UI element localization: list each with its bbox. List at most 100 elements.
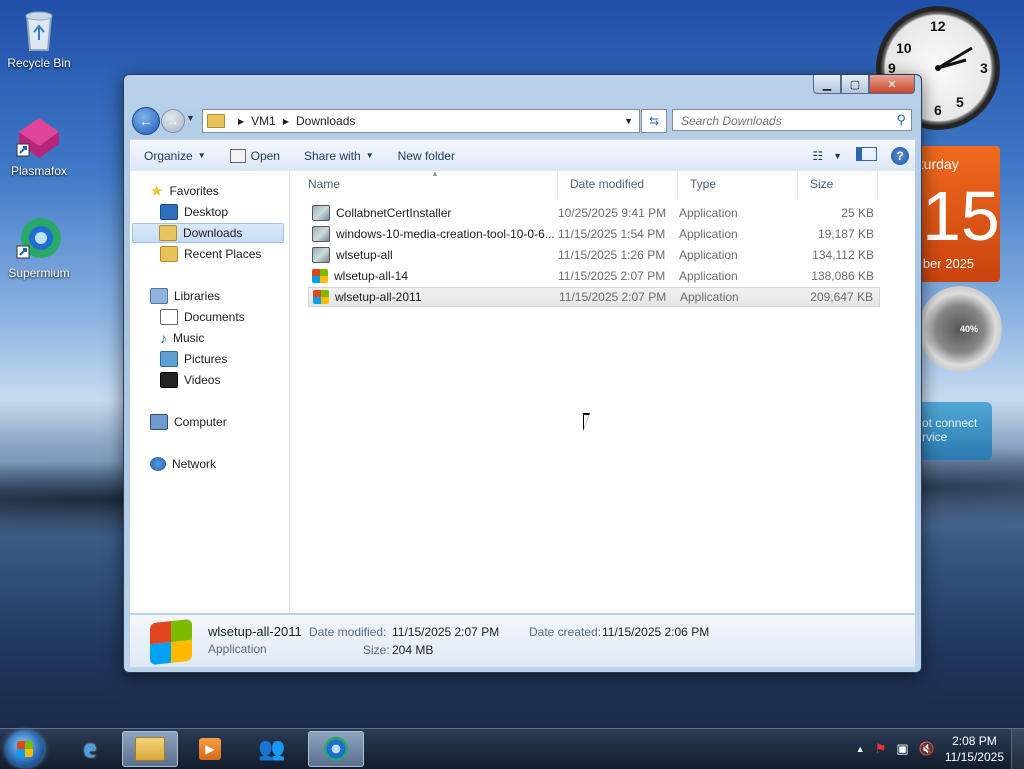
chevron-down-icon: ▼	[833, 150, 842, 161]
nav-recent-places[interactable]: Recent Places	[160, 244, 261, 264]
taskbar-clock[interactable]: 2:08 PM 11/15/2025	[945, 733, 1004, 765]
desktop-icon-recycle-bin[interactable]: Recycle Bin	[1, 6, 77, 70]
libraries-icon	[150, 288, 168, 304]
details-date-modified: 11/15/2025 2:07 PM	[392, 625, 500, 639]
nav-videos[interactable]: Videos	[160, 370, 220, 390]
file-name: wlsetup-all	[336, 248, 393, 262]
nav-label: Documents	[184, 310, 245, 324]
nav-label: Music	[173, 331, 205, 345]
column-header-name[interactable]: Name	[296, 171, 558, 197]
search-icon[interactable]: ⚲	[896, 112, 906, 128]
refresh-button[interactable]: ⇆	[641, 109, 667, 133]
close-button[interactable]: ✕	[869, 75, 915, 94]
breadcrumb-separator-icon[interactable]: ▶	[283, 117, 289, 126]
details-pane: wlsetup-all-2011 Application Date modifi…	[130, 614, 915, 667]
taskbar-supermium[interactable]	[308, 731, 364, 767]
preview-pane-icon	[856, 147, 877, 161]
forward-button[interactable]: →	[161, 109, 185, 133]
taskbar-messenger[interactable]: 👥	[244, 731, 300, 767]
change-view-button[interactable]: ☷ ▼	[812, 149, 842, 163]
start-button[interactable]	[6, 731, 44, 767]
address-bar[interactable]: ▶ VM1 ▶ Downloads ▼	[202, 109, 640, 133]
column-header-label: Size	[810, 177, 834, 191]
nav-computer[interactable]: Computer	[150, 412, 227, 432]
file-name: CollabnetCertInstaller	[336, 206, 452, 220]
share-with-menu-button[interactable]: Share with ▼	[292, 140, 386, 171]
computer-icon	[150, 414, 168, 430]
address-history-dropdown[interactable]: ▼	[624, 116, 633, 126]
nav-downloads[interactable]: Downloads	[132, 223, 284, 243]
network-status-icon[interactable]: ▣	[896, 741, 908, 757]
file-row-selected[interactable]: wlsetup-all-2011 11/15/2025 2:07 PM Appl…	[308, 287, 880, 307]
taskbar-windows-explorer[interactable]	[122, 731, 178, 767]
file-row[interactable]: windows-10-media-creation-tool-10-0-6...…	[308, 224, 880, 244]
organize-menu-button[interactable]: Organize ▼	[130, 140, 218, 171]
maximize-icon: ▢	[849, 78, 861, 91]
command-bar: Organize ▼ Open Share with ▼ New folder …	[130, 139, 915, 172]
nav-libraries[interactable]: Libraries	[150, 286, 220, 306]
nav-pictures[interactable]: Pictures	[160, 349, 227, 369]
new-folder-label: New folder	[397, 148, 455, 163]
explorer-window[interactable]: ▁ ▢ ✕ ← → ▼ ▶ VM1 ▶ Downloads ▼ ⇆ ⚲ Orga…	[123, 74, 922, 673]
show-hidden-icons-button[interactable]: ▲	[856, 744, 865, 754]
details-date-created: 11/15/2025 2:06 PM	[602, 625, 710, 639]
new-folder-button[interactable]: New folder	[386, 140, 467, 171]
file-type: Application	[679, 269, 738, 283]
taskbar-media-player[interactable]: ▶	[182, 731, 238, 767]
nav-network[interactable]: Network	[150, 454, 216, 474]
file-row[interactable]: CollabnetCertInstaller 10/25/2025 9:41 P…	[308, 203, 880, 223]
nav-desktop[interactable]: Desktop	[160, 202, 228, 222]
arrow-left-icon: ←	[139, 113, 153, 129]
desktop-icon-plasmafox[interactable]: Plasmafox	[1, 114, 77, 178]
search-box[interactable]: ⚲	[672, 109, 912, 131]
supermium-icon	[15, 216, 63, 264]
internet-explorer-icon: e	[83, 733, 97, 764]
organize-label: Organize	[144, 148, 193, 163]
weather-message-line1: ot connect	[922, 416, 978, 430]
breadcrumb-downloads[interactable]: Downloads	[296, 114, 355, 128]
folder-icon	[207, 114, 225, 128]
file-list: ▲ Name Date modified Type Size Collabnet…	[296, 169, 915, 613]
nav-label: Downloads	[183, 226, 243, 240]
chevron-down-icon: ▼	[197, 151, 206, 160]
preview-pane-button[interactable]	[856, 147, 877, 164]
help-button[interactable]: ?	[891, 146, 909, 165]
open-button[interactable]: Open	[218, 140, 292, 171]
nav-documents[interactable]: Documents	[160, 307, 245, 327]
navigation-pane: ★ Favorites Desktop Downloads Recent Pla…	[130, 171, 290, 613]
documents-icon	[160, 309, 178, 325]
open-icon	[229, 148, 246, 163]
minimize-button[interactable]: ▁	[813, 75, 841, 94]
breadcrumb-vm1[interactable]: VM1	[251, 114, 276, 128]
column-header-size[interactable]: Size	[798, 171, 878, 197]
file-row[interactable]: wlsetup-all 11/15/2025 1:26 PM Applicati…	[308, 245, 880, 265]
breadcrumb-separator-icon[interactable]: ▶	[238, 117, 244, 126]
maximize-button[interactable]: ▢	[841, 75, 869, 94]
file-date: 11/15/2025 2:07 PM	[558, 269, 666, 283]
chevron-down-icon: ▼	[624, 116, 633, 126]
file-size: 19,187 KB	[817, 227, 874, 241]
desktop-icon-supermium[interactable]: Supermium	[1, 216, 77, 280]
file-row[interactable]: wlsetup-all-14 11/15/2025 2:07 PM Applic…	[308, 266, 880, 286]
volume-muted-icon[interactable]: 🔇	[919, 741, 935, 757]
cpu-meter-gadget[interactable]: 40%	[918, 286, 1002, 372]
file-name: wlsetup-all-14	[334, 269, 409, 283]
taskbar-internet-explorer[interactable]: e	[62, 731, 118, 767]
help-icon: ?	[896, 148, 904, 163]
column-header-date-modified[interactable]: Date modified	[558, 171, 678, 197]
content-area: ★ Favorites Desktop Downloads Recent Pla…	[130, 169, 915, 613]
column-header-type[interactable]: Type	[678, 171, 798, 197]
nav-music[interactable]: ♪ Music	[160, 328, 204, 348]
windows-logo-icon	[312, 269, 328, 283]
weather-gadget[interactable]: ot connect rvice	[918, 402, 992, 460]
file-type: Application	[679, 206, 738, 220]
calendar-gadget[interactable]: aturday 15 mber 2025	[912, 146, 1000, 282]
details-size-label: Size:	[363, 643, 390, 657]
show-desktop-button[interactable]	[1011, 729, 1024, 769]
open-label: Open	[250, 148, 280, 163]
recent-pages-dropdown[interactable]: ▼	[186, 113, 195, 123]
back-button[interactable]: ←	[132, 107, 160, 135]
nav-favorites[interactable]: ★ Favorites	[150, 181, 219, 201]
action-center-flag-icon[interactable]: ⚑	[875, 741, 887, 757]
search-input[interactable]	[679, 111, 893, 131]
